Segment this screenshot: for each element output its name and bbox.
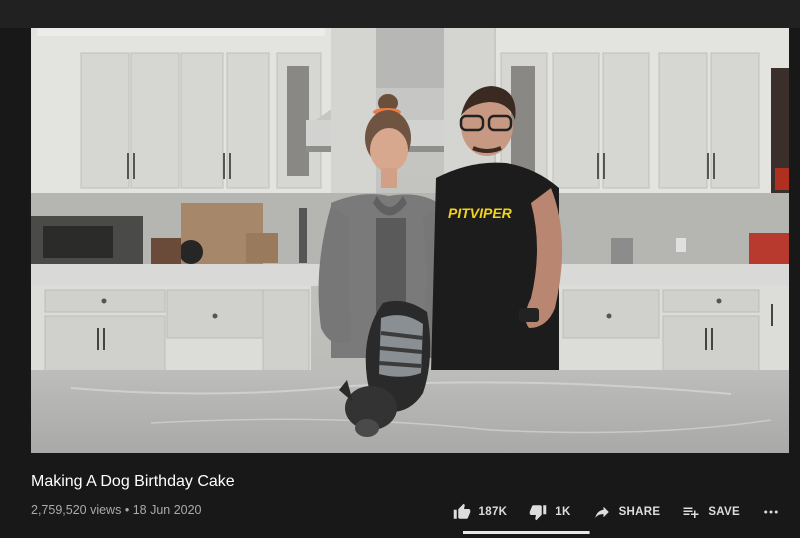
sentiment-bar [463,531,590,534]
top-bar [0,0,800,28]
more-horizontal-icon [764,510,778,514]
video-title: Making A Dog Birthday Cake [31,473,235,490]
playlist-add-icon [683,507,699,518]
video-player[interactable]: PITVIPER [31,28,789,453]
like-count: 187K [478,506,508,518]
video-info: Making A Dog Birthday Cake 2,759,520 vie… [0,453,800,538]
more-actions-button[interactable] [762,503,780,521]
dislike-button[interactable]: 1K [529,503,570,521]
thumbs-up-icon [453,503,470,519]
share-label: SHARE [618,506,661,518]
sentiment-like-fill [463,531,590,534]
save-button[interactable]: SAVE [682,503,740,521]
like-button[interactable]: 187K [453,503,508,521]
dislike-count: 1K [555,506,571,518]
publish-date: 18 Jun 2020 [132,503,202,517]
shirt-logo-text: PITVIPER [448,205,513,221]
watch-page: PITVIPER Making A Dog Birthday Cake 2,75… [0,0,800,538]
video-actions: 187K 1K SHARE SAVE [453,501,780,523]
meta-separator: • [124,503,130,517]
thumbs-down-icon [530,505,547,521]
video-frame: PITVIPER [31,28,789,453]
share-arrow-icon [594,506,609,518]
share-button[interactable]: SHARE [593,503,661,521]
save-label: SAVE [708,506,740,518]
video-meta: 2,759,520 views • 18 Jun 2020 [31,503,202,517]
view-count: 2,759,520 views [31,503,122,517]
